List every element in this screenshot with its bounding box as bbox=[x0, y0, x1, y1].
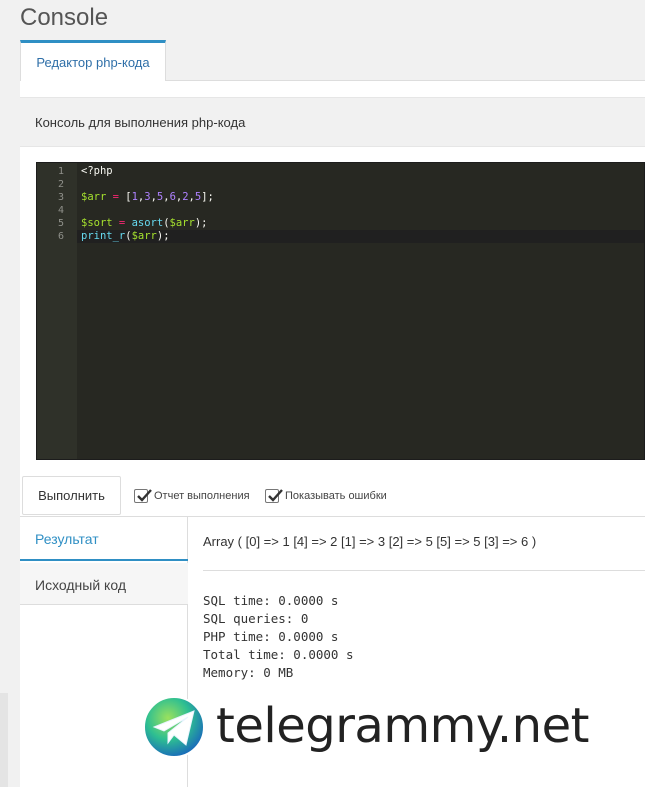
code-line: $arr = [1,3,5,6,2,5]; bbox=[81, 191, 214, 204]
stat-sql-queries: SQL queries: 0 bbox=[203, 611, 309, 626]
code-token: ]; bbox=[201, 191, 214, 203]
left-margin-strip bbox=[0, 693, 8, 787]
telegram-globe-icon bbox=[143, 696, 205, 758]
code-token: = bbox=[112, 217, 132, 229]
code-token: print_r bbox=[81, 230, 126, 242]
page-title: Console bbox=[20, 4, 109, 31]
stat-memory: Memory: 0 MB bbox=[203, 665, 294, 680]
line-number: 4 bbox=[57, 205, 64, 216]
code-token: ); bbox=[156, 230, 170, 242]
divider bbox=[203, 570, 645, 571]
line-number-gutter: 1 2 3 4 5 6 bbox=[37, 163, 77, 459]
code-line: <?php bbox=[81, 165, 113, 178]
code-token: $arr bbox=[131, 230, 157, 242]
stat-php-time: PHP time: 0.0000 s bbox=[203, 629, 339, 644]
execution-stats: SQL time: 0.0000 s SQL queries: 0 PHP ti… bbox=[203, 592, 354, 682]
stat-total-time: Total time: 0.0000 s bbox=[203, 647, 354, 662]
line-number: 5 bbox=[57, 218, 64, 229]
stat-sql-time: SQL time: 0.0000 s bbox=[203, 593, 339, 608]
show-errors-checkbox[interactable]: Показывать ошибки bbox=[265, 488, 387, 504]
line-number: 3 bbox=[57, 192, 64, 203]
run-toolbar: Выполнить Отчет выполнения Показывать ош… bbox=[20, 476, 645, 517]
tab-source-code[interactable]: Исходный код bbox=[20, 563, 188, 605]
execution-report-checkbox[interactable]: Отчет выполнения bbox=[134, 488, 250, 504]
execution-report-label: Отчет выполнения bbox=[154, 490, 250, 502]
code-token: = bbox=[106, 191, 126, 203]
code-line: $sort = asort($arr); bbox=[81, 217, 207, 230]
code-token: $sort bbox=[81, 217, 113, 229]
tabs-bar: Редактор php-кода bbox=[20, 40, 645, 82]
tab-result[interactable]: Результат bbox=[20, 517, 188, 561]
code-token: ); bbox=[194, 217, 208, 229]
checkbox-checked-icon bbox=[265, 489, 283, 503]
watermark: telegrammy.net bbox=[142, 693, 634, 763]
execution-output: Array ( [0] => 1 [4] => 2 [1] => 3 [2] =… bbox=[203, 534, 537, 549]
panel-heading: Консоль для выполнения php-кода bbox=[20, 97, 645, 147]
panel-heading-text: Консоль для выполнения php-кода bbox=[35, 115, 246, 130]
show-errors-label: Показывать ошибки bbox=[285, 490, 387, 502]
code-token: asort bbox=[131, 217, 164, 229]
run-button[interactable]: Выполнить bbox=[22, 476, 121, 515]
watermark-text: telegrammy.net bbox=[216, 698, 589, 754]
line-number: 1 bbox=[57, 166, 64, 177]
console-page: Console Редактор php-кода Консоль для вы… bbox=[0, 0, 645, 787]
line-number: 6 bbox=[57, 231, 64, 242]
php-editor-panel: Консоль для выполнения php-кода 1 2 3 4 5 6 <… bbox=[20, 81, 645, 787]
checkbox-checked-icon bbox=[134, 489, 152, 503]
code-line: print_r($arr); bbox=[81, 230, 170, 243]
tab-php-editor[interactable]: Редактор php-кода bbox=[20, 40, 166, 82]
code-token: $arr bbox=[81, 191, 107, 203]
code-token: <?php bbox=[81, 165, 113, 177]
code-token: $arr bbox=[169, 217, 195, 229]
code-editor[interactable]: 1 2 3 4 5 6 <?php $arr = [1,3,5,6,2,5]; $sort =… bbox=[36, 162, 645, 460]
line-number: 2 bbox=[57, 179, 64, 190]
